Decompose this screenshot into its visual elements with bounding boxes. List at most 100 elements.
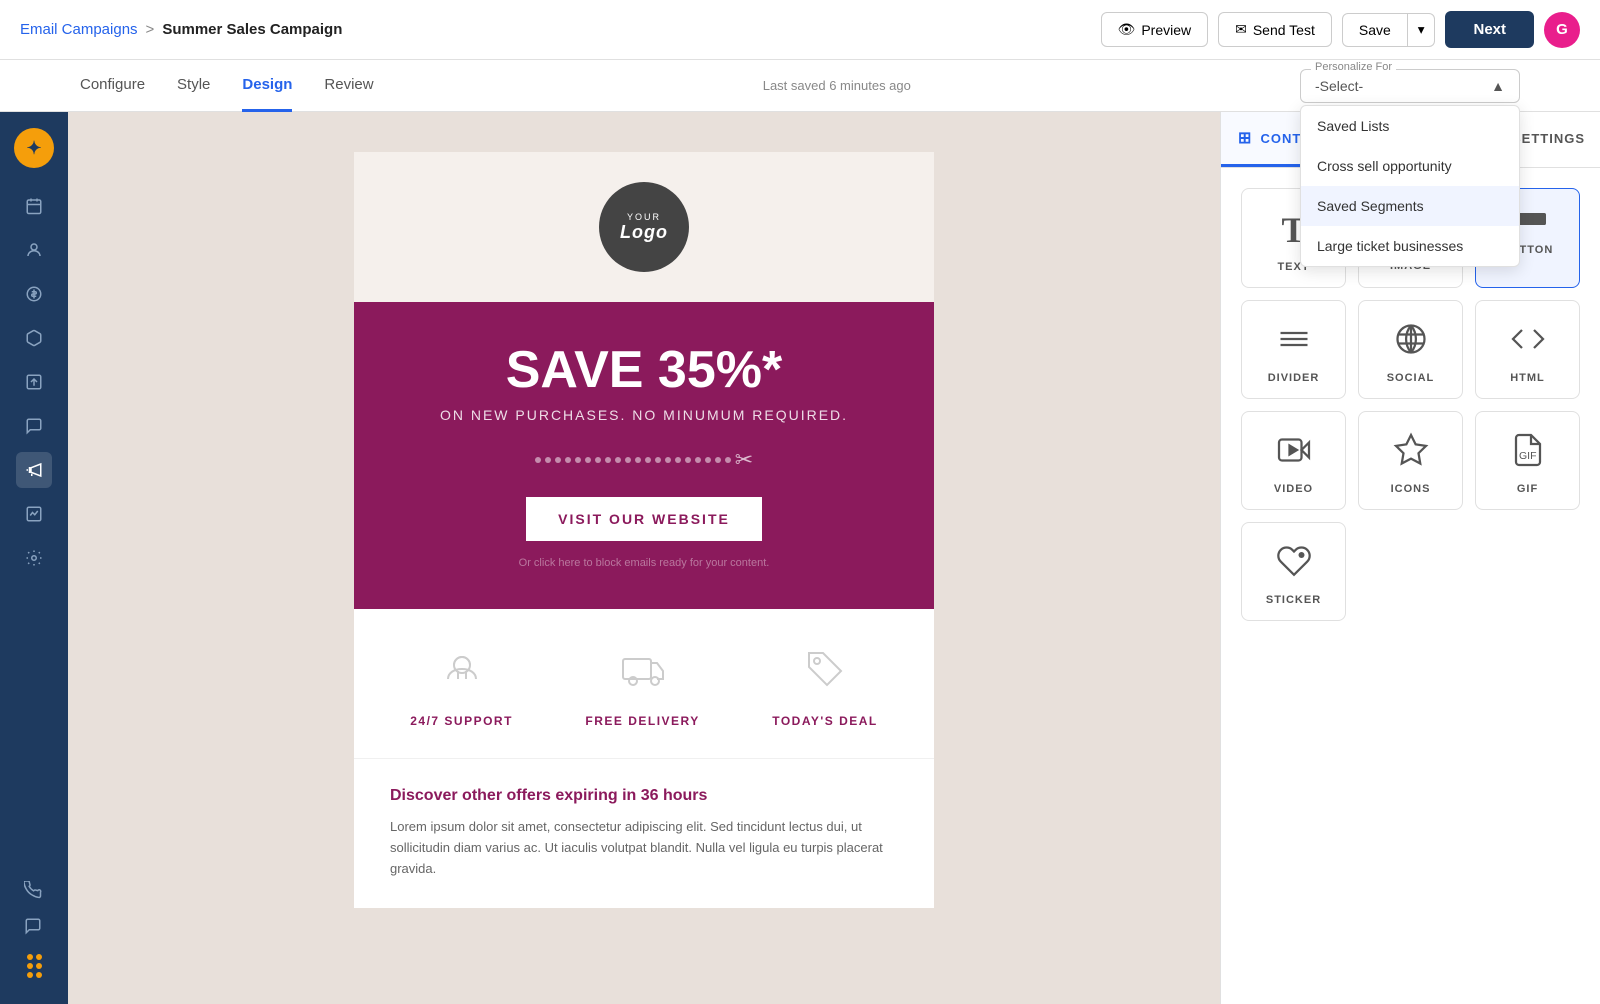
feature-support: 24/7 SUPPORT	[410, 645, 513, 728]
sidebar-bottom	[15, 872, 54, 988]
delivery-icon	[619, 645, 667, 702]
scissors-icon: ✂	[735, 447, 753, 473]
tab-style[interactable]: Style	[177, 60, 210, 112]
svg-text:GIF: GIF	[1519, 450, 1537, 462]
dot-d12	[645, 457, 651, 463]
social-block-icon	[1393, 321, 1429, 362]
dot-d3	[555, 457, 561, 463]
tab-review[interactable]: Review	[324, 60, 373, 112]
email-content-body: Lorem ipsum dolor sit amet, consectetur …	[390, 817, 898, 879]
sidebar-item-message[interactable]	[15, 908, 51, 944]
sidebar-item-calendar[interactable]	[16, 188, 52, 224]
tabs-left: Configure Style Design Review	[80, 60, 374, 112]
mail-icon: ✉	[1235, 21, 1247, 38]
personalize-area: Personalize For -Select- ▲ Saved Lists C…	[1300, 69, 1520, 103]
chevron-up-icon: ▲	[1491, 78, 1505, 94]
dot-1	[27, 954, 33, 960]
sidebar-item-contact[interactable]	[16, 232, 52, 268]
block-video-label: VIDEO	[1274, 483, 1313, 495]
support-icon	[438, 645, 486, 702]
dot-d17	[695, 457, 701, 463]
email-logo: YOUR Logo	[599, 182, 689, 272]
personalize-value: -Select-	[1315, 78, 1363, 94]
personalize-dropdown[interactable]: Personalize For -Select- ▲	[1300, 69, 1520, 103]
dot-d6	[585, 457, 591, 463]
video-block-icon	[1276, 432, 1312, 473]
feature-support-label: 24/7 SUPPORT	[410, 714, 513, 728]
sidebar-item-settings[interactable]	[16, 540, 52, 576]
feature-deal: TODAY'S DEAL	[772, 645, 878, 728]
dot-d1	[535, 457, 541, 463]
sidebar-item-box[interactable]	[16, 320, 52, 356]
avatar: G	[1544, 12, 1580, 48]
email-logo-area: YOUR Logo	[354, 152, 934, 302]
block-video[interactable]: VIDEO	[1241, 411, 1346, 510]
personalize-label: Personalize For	[1311, 61, 1396, 73]
send-test-button[interactable]: ✉ Send Test	[1218, 12, 1332, 47]
feature-deal-label: TODAY'S DEAL	[772, 714, 878, 728]
block-icons-label: ICONS	[1391, 483, 1431, 495]
hero-subtitle: ON NEW PURCHASES. NO MINUMUM REQUIRED.	[384, 407, 904, 423]
dropdown-item-saved-segments[interactable]: Saved Segments	[1301, 186, 1519, 226]
sidebar-item-dollar[interactable]	[16, 276, 52, 312]
dot-d4	[565, 457, 571, 463]
breadcrumb-current: Summer Sales Campaign	[162, 21, 342, 38]
dot-d5	[575, 457, 581, 463]
tab-configure[interactable]: Configure	[80, 60, 145, 112]
logo-main-text: Logo	[620, 222, 668, 243]
dropdown-item-cross-sell[interactable]: Cross sell opportunity	[1301, 146, 1519, 186]
dot-d18	[705, 457, 711, 463]
save-status: Last saved 6 minutes ago	[763, 78, 911, 93]
email-card: YOUR Logo SAVE 35%* ON NEW PURCHASES. NO…	[354, 152, 934, 908]
sidebar-item-phone[interactable]	[15, 872, 51, 908]
logo-icon: ✦	[26, 138, 41, 159]
block-divider[interactable]: DIVIDER	[1241, 300, 1346, 399]
grid-icon: ⊞	[1238, 128, 1252, 148]
breadcrumb-parent[interactable]: Email Campaigns	[20, 21, 138, 38]
feature-delivery-label: FREE DELIVERY	[585, 714, 699, 728]
sidebar-item-chat[interactable]	[16, 408, 52, 444]
block-sticker[interactable]: STICKER	[1241, 522, 1346, 621]
dot-d19	[715, 457, 721, 463]
logo-top-text: YOUR	[627, 212, 661, 222]
block-social[interactable]: SOCIAL	[1358, 300, 1463, 399]
block-gif-label: GIF	[1517, 483, 1538, 495]
top-bar: Email Campaigns > Summer Sales Campaign …	[0, 0, 1600, 60]
personalize-dropdown-menu: Saved Lists Cross sell opportunity Saved…	[1300, 105, 1520, 267]
dot-d9	[615, 457, 621, 463]
dot-d8	[605, 457, 611, 463]
hero-cta-button[interactable]: VISIT OUR WEBSITE	[526, 497, 762, 541]
sidebar-item-chart[interactable]	[16, 364, 52, 400]
dropdown-item-large-ticket[interactable]: Large ticket businesses	[1301, 226, 1519, 266]
sidebar-item-megaphone[interactable]	[16, 452, 52, 488]
block-html[interactable]: HTML	[1475, 300, 1580, 399]
breadcrumb-separator: >	[146, 21, 155, 38]
next-button[interactable]: Next	[1445, 11, 1534, 48]
sidebar-item-analytics[interactable]	[16, 496, 52, 532]
save-button[interactable]: Save	[1342, 13, 1408, 47]
dot-6	[36, 972, 42, 978]
sidebar-logo[interactable]: ✦	[14, 128, 54, 168]
tab-design[interactable]: Design	[242, 60, 292, 112]
dropdown-item-saved-lists[interactable]: Saved Lists	[1301, 106, 1519, 146]
dot-d20	[725, 457, 731, 463]
block-html-label: HTML	[1510, 372, 1545, 384]
dot-5	[27, 972, 33, 978]
block-gif[interactable]: GIF GIF	[1475, 411, 1580, 510]
hero-divider: ✂	[384, 447, 904, 473]
email-content-area: Discover other offers expiring in 36 hou…	[354, 758, 934, 907]
save-button-group: Save ▾	[1342, 13, 1436, 47]
dot-d10	[625, 457, 631, 463]
dot-d16	[685, 457, 691, 463]
block-icons[interactable]: ICONS	[1358, 411, 1463, 510]
panel-tab-settings-label: SETTINGS	[1512, 131, 1585, 146]
preview-button[interactable]: 👁 Preview	[1101, 12, 1209, 47]
dot-4	[36, 963, 42, 969]
deal-icon	[801, 645, 849, 702]
email-hero: SAVE 35%* ON NEW PURCHASES. NO MINUMUM R…	[354, 302, 934, 609]
dot-d14	[665, 457, 671, 463]
feature-delivery: FREE DELIVERY	[585, 645, 699, 728]
save-arrow-button[interactable]: ▾	[1408, 13, 1436, 47]
html-block-icon	[1510, 321, 1546, 362]
dot-d13	[655, 457, 661, 463]
